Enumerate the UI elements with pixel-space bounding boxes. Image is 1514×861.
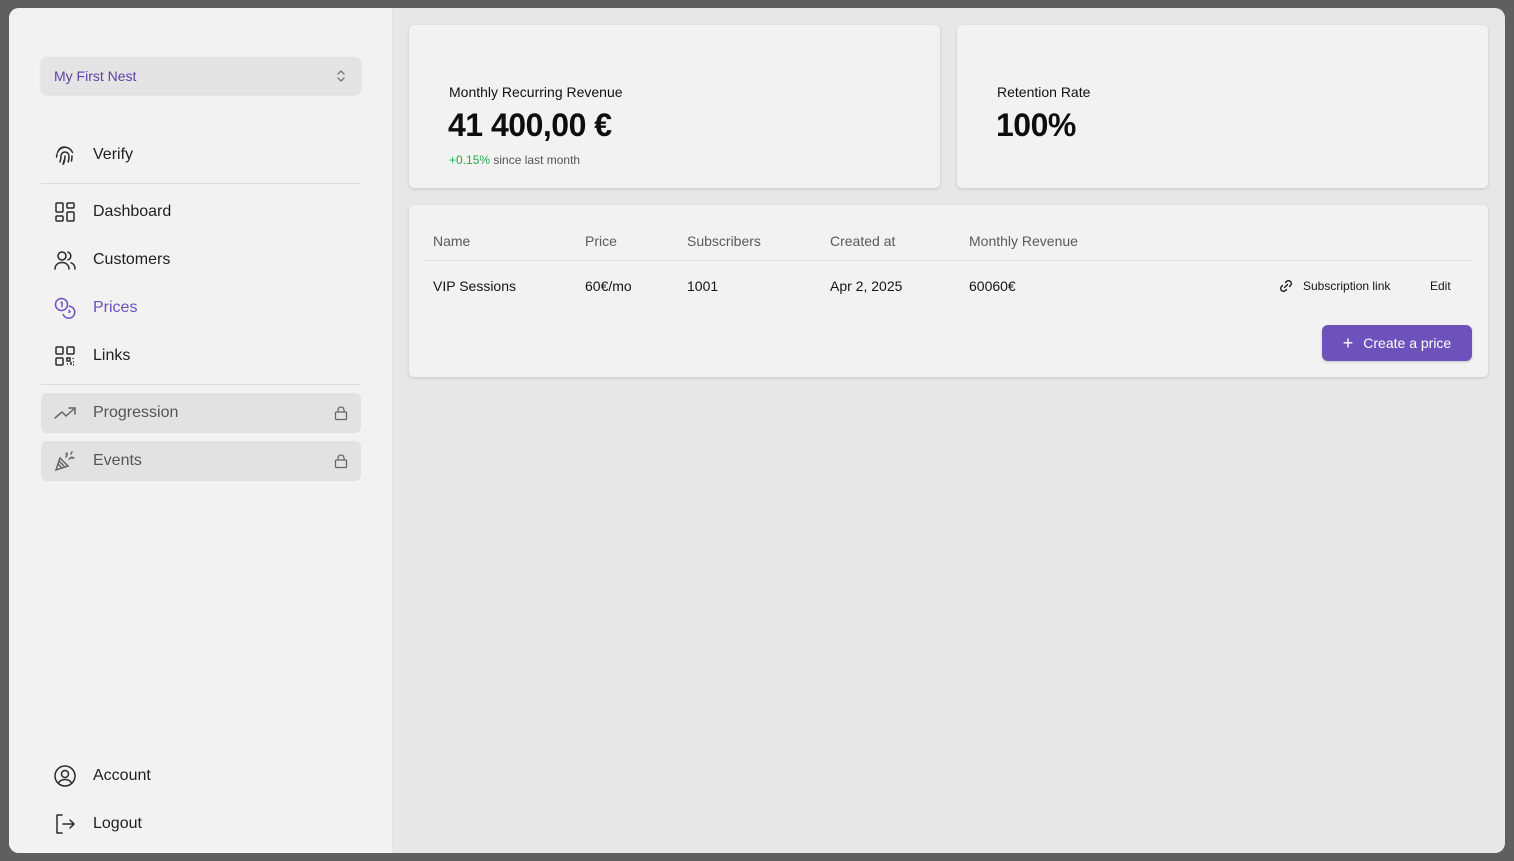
lock-icon: [334, 406, 348, 421]
mrr-delta: +0.15% since last month: [449, 153, 580, 167]
dashboard-grid-icon: [53, 200, 77, 224]
column-header-subscribers: Subscribers: [687, 232, 761, 249]
chevron-up-down-icon: [337, 69, 345, 82]
cell-subscribers: 1001: [687, 278, 719, 294]
mrr-card: Monthly Recurring Revenue 41 400,00 € +0…: [409, 25, 940, 188]
cell-created-at: Apr 2, 2025: [830, 278, 903, 294]
column-header-price: Price: [585, 232, 617, 249]
cell-monthly-revenue: 60060€: [969, 278, 1016, 294]
party-popper-icon: [53, 449, 77, 473]
sidebar-item-label: Progression: [93, 404, 179, 421]
sidebar-item-logout[interactable]: Logout: [41, 804, 361, 844]
sidebar-item-account[interactable]: Account: [41, 756, 361, 796]
users-icon: [53, 248, 77, 272]
nest-selector[interactable]: My First Nest: [41, 57, 361, 94]
sidebar: My First Nest Verify Dashboard Customers: [9, 8, 393, 853]
mrr-delta-suffix: since last month: [493, 153, 581, 167]
cell-name: VIP Sessions: [433, 278, 517, 294]
trending-up-icon: [53, 401, 77, 425]
sidebar-divider: [41, 183, 361, 184]
coins-icon: [53, 296, 77, 320]
app-window: My First Nest Verify Dashboard Customers: [9, 8, 1505, 853]
sidebar-item-label: Customers: [93, 251, 171, 268]
table-row: VIP Sessions 60€/mo 1001 Apr 2, 2025 600…: [424, 262, 1472, 310]
sidebar-item-dashboard[interactable]: Dashboard: [41, 192, 361, 232]
create-price-label: Create a price: [1363, 335, 1452, 351]
sidebar-item-customers[interactable]: Customers: [41, 240, 361, 280]
link-icon: [1280, 280, 1292, 292]
sidebar-item-progression[interactable]: Progression: [41, 393, 361, 433]
subscription-link-label: Subscription link: [1303, 279, 1391, 293]
plus-icon: +: [1342, 333, 1354, 353]
retention-title: Retention Rate: [997, 84, 1091, 100]
sidebar-item-links[interactable]: Links: [41, 336, 361, 376]
sidebar-item-label: Events: [93, 452, 142, 469]
edit-button[interactable]: Edit: [1430, 279, 1451, 293]
prices-table-card: Name Price Subscribers Created at Monthl…: [409, 205, 1488, 377]
logout-icon: [53, 812, 77, 836]
retention-value: 100%: [996, 107, 1076, 143]
main-content: Monthly Recurring Revenue 41 400,00 € +0…: [393, 8, 1505, 853]
sidebar-item-label: Prices: [93, 299, 138, 316]
sidebar-item-events[interactable]: Events: [41, 441, 361, 481]
subscription-link[interactable]: Subscription link: [1278, 278, 1390, 294]
mrr-value: 41 400,00 €: [448, 107, 612, 143]
lock-icon: [334, 454, 348, 469]
cell-price: 60€/mo: [585, 278, 632, 294]
sidebar-divider: [41, 384, 361, 385]
sidebar-item-label: Dashboard: [93, 203, 172, 220]
mrr-title: Monthly Recurring Revenue: [449, 84, 623, 100]
column-header-monthly-revenue: Monthly Revenue: [969, 232, 1078, 249]
cell-actions: Subscription link: [1278, 262, 1390, 310]
column-header-name: Name: [433, 232, 471, 249]
cell-edit: Edit: [1430, 262, 1451, 310]
qr-code-icon: [53, 344, 77, 368]
sidebar-item-prices[interactable]: Prices: [41, 288, 361, 328]
sidebar-item-label: Links: [93, 347, 131, 364]
mrr-delta-percent: +0.15%: [449, 153, 491, 167]
user-circle-icon: [53, 764, 77, 788]
column-header-created-at: Created at: [830, 232, 896, 249]
table-header: Name Price Subscribers Created at Monthl…: [424, 221, 1472, 261]
retention-card: Retention Rate 100%: [957, 25, 1488, 188]
sidebar-item-label: Account: [93, 767, 151, 784]
fingerprint-icon: [53, 143, 77, 167]
sidebar-item-verify[interactable]: Verify: [41, 135, 361, 175]
nest-selector-label: My First Nest: [54, 67, 137, 84]
create-price-button[interactable]: + Create a price: [1322, 325, 1472, 361]
sidebar-item-label: Verify: [93, 146, 134, 163]
sidebar-item-label: Logout: [93, 815, 142, 832]
